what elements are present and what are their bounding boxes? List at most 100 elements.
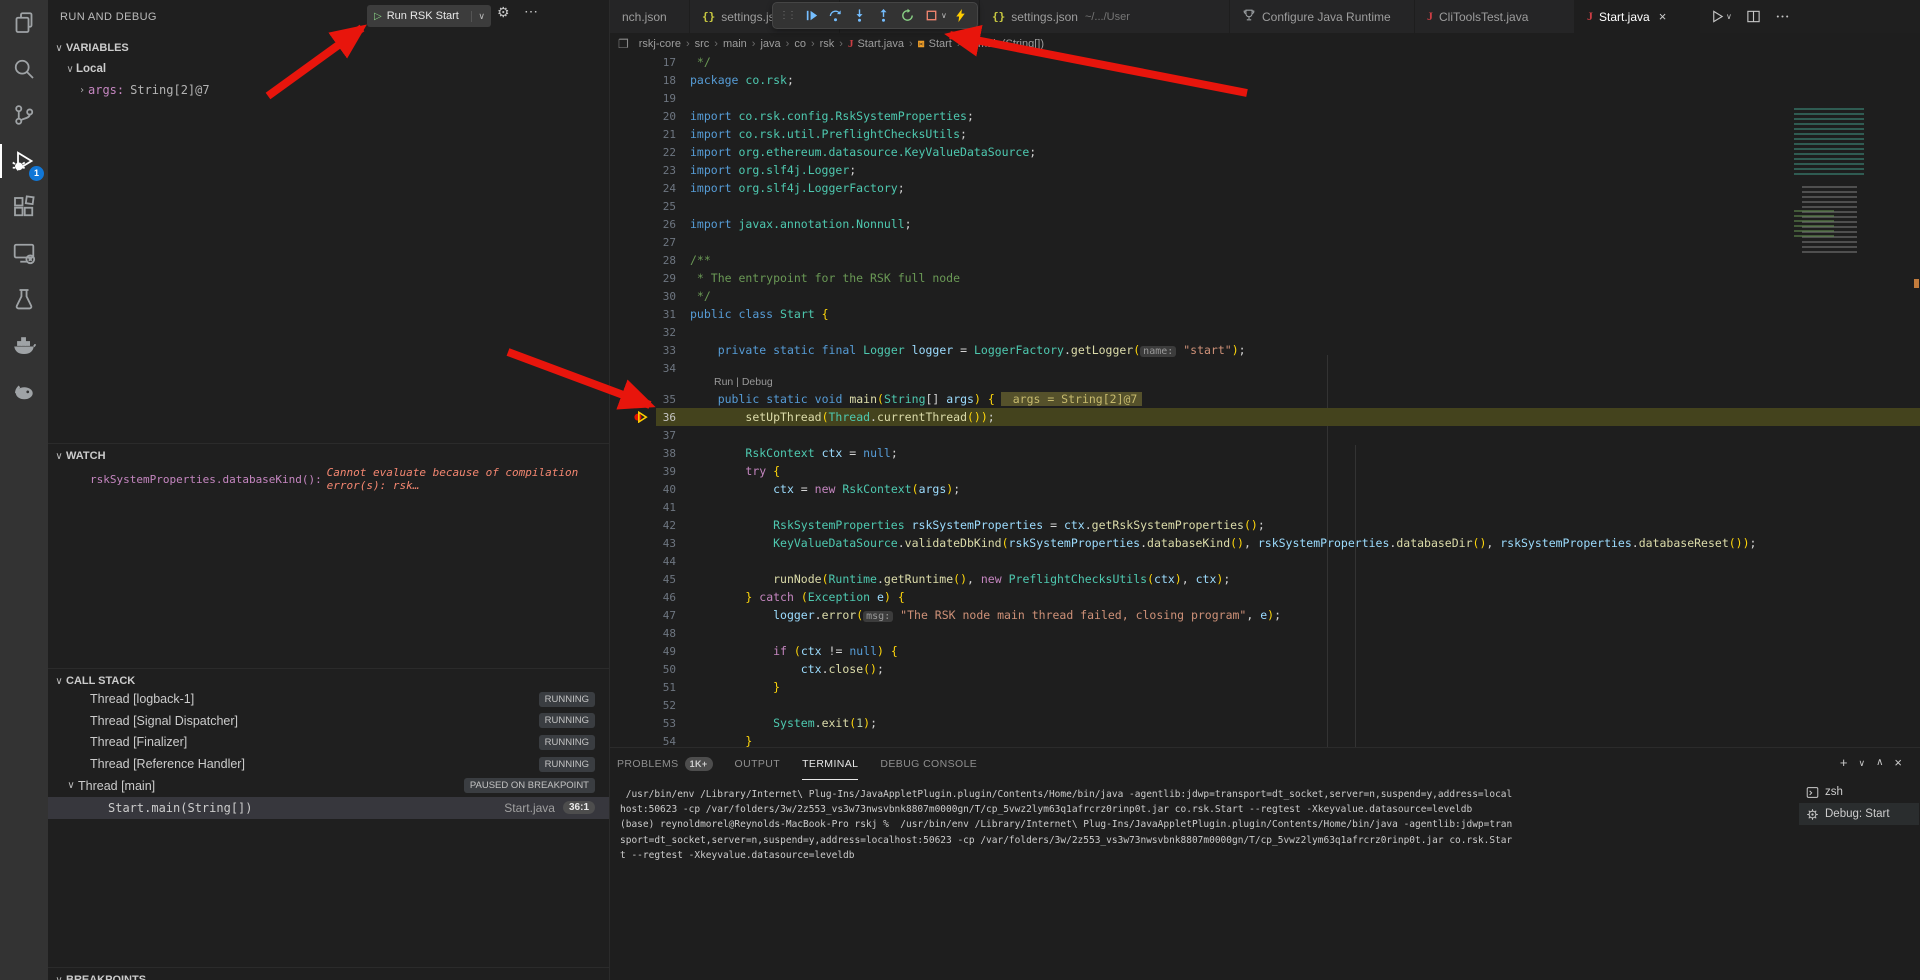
code-line-47[interactable]: 47 logger.error(msg: "The RSK node main … [610, 606, 1920, 624]
code-line-23[interactable]: 23import org.slf4j.Logger; [610, 161, 1920, 179]
code-line-46[interactable]: 46 } catch (Exception e) { [610, 588, 1920, 606]
stack-frame-selected[interactable]: Start.main(String[])Start.java36:1 [48, 797, 609, 819]
gradle-icon[interactable] [0, 368, 48, 414]
code-line-40[interactable]: 40 ctx = new RskContext(args); [610, 480, 1920, 498]
breakpoint-paused-icon[interactable] [634, 411, 648, 423]
code-line-50[interactable]: 50 ctx.close(); [610, 660, 1920, 678]
code-line-49[interactable]: 49 if (ctx != null) { [610, 642, 1920, 660]
variables-section-header[interactable]: ∨ VARIABLES [48, 38, 609, 58]
files-icon[interactable] [0, 0, 48, 46]
tab-settings-json[interactable]: {}settings.json~/.../User [980, 0, 1230, 33]
docker-icon[interactable] [0, 322, 48, 368]
code-editor[interactable]: 17 */18package co.rsk;1920import co.rsk.… [610, 55, 1920, 747]
code-line-19[interactable]: 19 [610, 89, 1920, 107]
session-debug-start[interactable]: Debug: Start [1799, 803, 1919, 825]
variables-scope-local[interactable]: ∨ Local [48, 59, 609, 79]
hot-code-replace-icon[interactable] [951, 6, 971, 26]
stop-icon[interactable] [921, 6, 941, 26]
split-editor-icon[interactable] [1746, 9, 1761, 24]
step-into-icon[interactable] [849, 6, 869, 26]
close-icon[interactable]: × [1659, 9, 1667, 24]
call-stack-thread[interactable]: ∨Thread [main]PAUSED ON BREAKPOINT [48, 775, 609, 797]
drag-handle[interactable]: ⋮⋮ [779, 10, 795, 21]
tab-output[interactable]: OUTPUT [735, 748, 781, 780]
code-line-26[interactable]: 26import javax.annotation.Nonnull; [610, 215, 1920, 233]
call-stack-thread[interactable]: Thread [Finalizer]RUNNING [48, 731, 609, 753]
tab-clitoolstest-java[interactable]: JCliToolsTest.java [1415, 0, 1575, 33]
code-line-36[interactable]: 36 setUpThread(Thread.currentThread()); [610, 408, 1920, 426]
run-debug-icon[interactable]: 1 [0, 138, 48, 184]
chevron-down-icon[interactable]: ∨ [941, 11, 947, 20]
code-line-45[interactable]: 45 runNode(Runtime.getRuntime(), new Pre… [610, 570, 1920, 588]
tab-problems[interactable]: PROBLEMS 1K+ [617, 748, 713, 780]
code-line-32[interactable]: 32 [610, 323, 1920, 341]
tab-configure-java-runtime[interactable]: Configure Java Runtime [1230, 0, 1415, 33]
code-line-29[interactable]: 29 * The entrypoint for the RSK full nod… [610, 269, 1920, 287]
watch-expression-row[interactable]: rskSystemProperties.databaseKind(): Cann… [48, 469, 609, 489]
code-line-44[interactable]: 44 [610, 552, 1920, 570]
search-icon[interactable] [0, 46, 48, 92]
code-line-21[interactable]: 21import co.rsk.util.PreflightChecksUtil… [610, 125, 1920, 143]
code-line-33[interactable]: 33 private static final Logger logger = … [610, 341, 1920, 359]
terminal-output[interactable]: /usr/bin/env /Library/Internet\ Plug-Ins… [620, 787, 1790, 863]
extensions-icon[interactable] [0, 184, 48, 230]
code-line-27[interactable]: 27 [610, 233, 1920, 251]
breadcrumb-item[interactable]: src [695, 38, 710, 50]
codelens-run-debug[interactable]: Run | Debug [714, 376, 773, 388]
gear-icon[interactable]: ⚙ [497, 4, 510, 21]
call-stack-thread[interactable]: Thread [Reference Handler]RUNNING [48, 753, 609, 775]
plus-icon[interactable]: + [1840, 755, 1848, 770]
restart-icon[interactable] [897, 6, 917, 26]
ellipsis-icon[interactable] [1775, 9, 1790, 24]
breadcrumb-item[interactable]: rsk [820, 38, 835, 50]
code-line-18[interactable]: 18package co.rsk; [610, 71, 1920, 89]
tab-terminal[interactable]: TERMINAL [802, 748, 858, 780]
open-editors-icon[interactable]: ❐ [618, 37, 629, 51]
breakpoints-section-header[interactable]: ∨ BREAKPOINTS [48, 970, 609, 980]
remote-explorer-icon[interactable] [0, 230, 48, 276]
code-line-28[interactable]: 28/** [610, 251, 1920, 269]
tab-start-java[interactable]: JStart.java× [1575, 0, 1700, 33]
code-line-35[interactable]: 35 public static void main(String[] args… [610, 390, 1920, 408]
breadcrumb-item[interactable]: java [760, 38, 780, 50]
breadcrumb-item[interactable]: JStart.java [848, 38, 904, 50]
code-line-41[interactable]: 41 [610, 498, 1920, 516]
code-line-31[interactable]: 31public class Start { [610, 305, 1920, 323]
watch-section-header[interactable]: ∨ WATCH [48, 446, 609, 466]
tab-nch-json[interactable]: nch.json [610, 0, 690, 33]
breadcrumb-item[interactable]: ◇main(String[]) [966, 38, 1045, 51]
code-line-25[interactable]: 25 [610, 197, 1920, 215]
code-line-37[interactable]: 37 [610, 426, 1920, 444]
variable-args[interactable]: › args: String[2]@7 [48, 80, 609, 100]
step-out-icon[interactable] [873, 6, 893, 26]
continue-icon[interactable] [801, 6, 821, 26]
breadcrumb-item[interactable]: main [723, 38, 747, 50]
code-line-51[interactable]: 51 } [610, 678, 1920, 696]
code-line-48[interactable]: 48 [610, 624, 1920, 642]
chevron-down-icon[interactable]: ∨ [471, 11, 491, 22]
call-stack-thread[interactable]: Thread [logback-1]RUNNING [48, 688, 609, 710]
breadcrumb-item[interactable]: co [794, 38, 806, 50]
breadcrumb-item[interactable]: ⧈Start [918, 38, 952, 51]
tab-debug-console[interactable]: DEBUG CONSOLE [880, 748, 977, 780]
code-line-24[interactable]: 24import org.slf4j.LoggerFactory; [610, 179, 1920, 197]
minimap[interactable] [1790, 100, 1912, 256]
chevron-up-icon[interactable]: ∧ [1876, 755, 1883, 770]
code-line-17[interactable]: 17 */ [610, 55, 1920, 71]
ellipsis-icon[interactable]: ⋯ [524, 3, 539, 20]
code-line-39[interactable]: 39 try { [610, 462, 1920, 480]
call-stack-thread[interactable]: Thread [Signal Dispatcher]RUNNING [48, 710, 609, 732]
run-file-button[interactable]: ∨ [1710, 9, 1732, 24]
close-icon[interactable]: × [1894, 755, 1902, 770]
step-over-icon[interactable] [825, 6, 845, 26]
code-line-52[interactable]: 52 [610, 696, 1920, 714]
source-control-icon[interactable] [0, 92, 48, 138]
launch-configuration-dropdown[interactable]: ▷ Run RSK Start ∨ [367, 5, 491, 27]
code-line-30[interactable]: 30 */ [610, 287, 1920, 305]
code-line-20[interactable]: 20import co.rsk.config.RskSystemProperti… [610, 107, 1920, 125]
code-line-34[interactable]: 34 [610, 359, 1920, 377]
code-line-38[interactable]: 38 RskContext ctx = null; [610, 444, 1920, 462]
code-line-53[interactable]: 53 System.exit(1); [610, 714, 1920, 732]
code-line-43[interactable]: 43 KeyValueDataSource.validateDbKind(rsk… [610, 534, 1920, 552]
code-line-22[interactable]: 22import org.ethereum.datasource.KeyValu… [610, 143, 1920, 161]
